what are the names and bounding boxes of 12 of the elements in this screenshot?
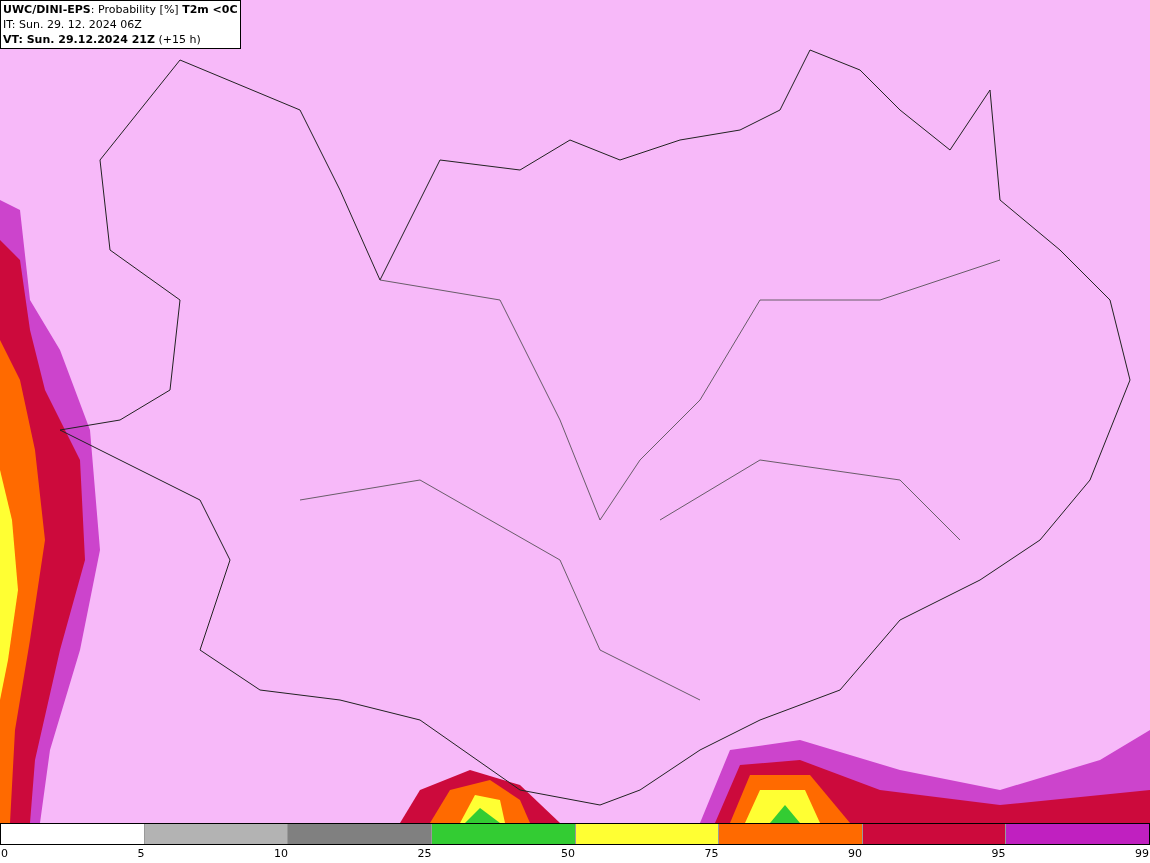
- legend-label: 95: [991, 846, 1006, 862]
- header-text: UWC/DINI-EPS: Probability [%] T2m <0C: [3, 2, 238, 17]
- legend-label: 50: [561, 846, 575, 862]
- legend-label: 0: [1, 846, 8, 862]
- legend-label: 10: [274, 846, 288, 862]
- header-text: VT: Sun. 29.12.2024 21Z (+15 h): [3, 32, 202, 47]
- legend-label: 25: [417, 846, 432, 862]
- header-text: IT: Sun. 29. 12. 2024 06Z: [3, 17, 143, 32]
- legend-label: 5: [137, 846, 145, 862]
- legend-label: 75: [704, 846, 719, 862]
- legend-label: 99: [1135, 846, 1149, 862]
- legend-label: 90: [848, 846, 862, 862]
